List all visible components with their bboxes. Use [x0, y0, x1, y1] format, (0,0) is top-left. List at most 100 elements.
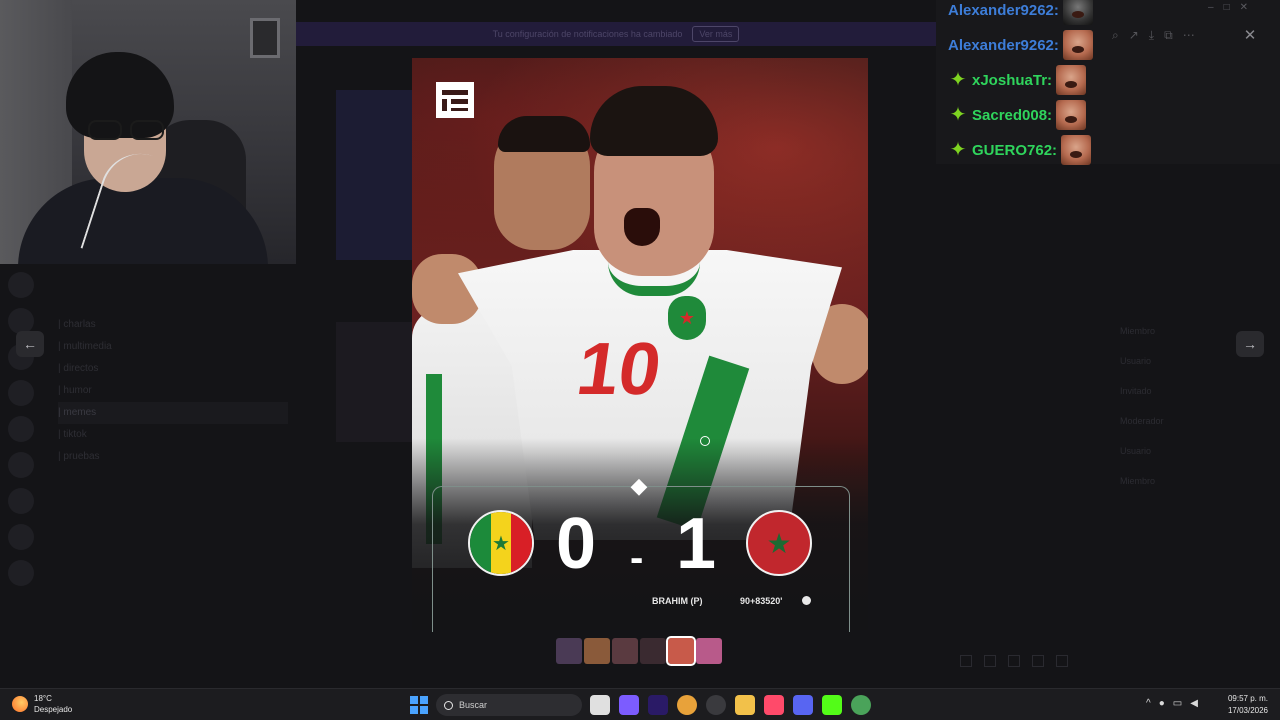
channel-item[interactable]: | memes — [58, 402, 288, 424]
tool-icon[interactable] — [984, 655, 996, 667]
zoom-icon[interactable]: ⌕ — [1112, 28, 1119, 43]
thumbnail[interactable] — [666, 636, 696, 666]
chat-emote-icon — [1062, 0, 1093, 25]
green-sparkle-icon: ✦ — [949, 104, 967, 126]
thumbnail-strip — [556, 636, 722, 666]
thumbnail[interactable] — [696, 638, 722, 664]
search-icon — [444, 700, 453, 710]
discord-icon[interactable] — [793, 695, 813, 715]
arrow-right-icon[interactable]: → — [1236, 331, 1264, 357]
member-item[interactable]: Moderador — [1110, 410, 1280, 432]
more-icon[interactable]: ⋯ — [1183, 28, 1195, 43]
green-sparkle-icon: ✦ — [949, 69, 967, 91]
channel-item[interactable]: | multimedia — [58, 336, 288, 358]
channel-item[interactable]: | tiktok — [58, 424, 288, 446]
chat-username[interactable]: Sacred008: — [972, 107, 1052, 124]
channel-item[interactable]: | charlas — [58, 314, 288, 336]
server-list — [8, 264, 38, 654]
senegal-flag-icon: ★ — [468, 510, 534, 576]
thumbnail[interactable] — [640, 638, 666, 664]
publisher-logo-icon — [436, 82, 474, 118]
chat-message: ✦ GUERO762: — [948, 134, 1092, 166]
webcam-feed — [0, 0, 296, 264]
folder-icon[interactable] — [735, 695, 755, 715]
start-button[interactable] — [410, 696, 428, 714]
chat-username[interactable]: Alexander9262: — [948, 37, 1059, 54]
microphone-icon[interactable]: ● — [1159, 698, 1165, 709]
kick-icon[interactable] — [822, 695, 842, 715]
channel-item[interactable]: | pruebas — [58, 446, 288, 468]
copilot-icon[interactable] — [619, 695, 639, 715]
window-controls: – □ ✕ — [1208, 2, 1248, 13]
arrow-left-icon[interactable]: ← — [16, 331, 44, 357]
goal-minute: 90+83520' — [740, 596, 783, 606]
tool-icon[interactable] — [1056, 655, 1068, 667]
server-icon[interactable] — [8, 524, 34, 550]
chat-username[interactable]: xJoshuaTr: — [972, 72, 1052, 89]
download-icon[interactable]: ⤓ — [1149, 28, 1154, 43]
server-icon[interactable] — [8, 272, 34, 298]
webcam-picture-frame — [250, 18, 280, 58]
away-score: 1 — [676, 504, 717, 584]
file-explorer-icon[interactable] — [590, 695, 610, 715]
channel-list: | charlas | multimedia | directos | humor | … — [58, 274, 288, 468]
member-item[interactable]: Invitado — [1110, 380, 1280, 402]
weather-icon — [12, 696, 28, 712]
premiere-icon[interactable] — [648, 695, 668, 715]
webcam-glasses — [88, 120, 168, 142]
server-icon[interactable] — [8, 560, 34, 586]
chevron-up-icon[interactable]: ^ — [1146, 698, 1151, 709]
tool-icon[interactable] — [1008, 655, 1020, 667]
clock[interactable]: 09:57 p. m. 17/03/2026 — [1222, 693, 1268, 717]
network-icon[interactable]: ▭ — [1173, 698, 1182, 709]
chat-message: Alexander9262: — [948, 0, 1093, 26]
home-score: 0 — [556, 504, 597, 584]
volume-icon[interactable]: ◀ — [1190, 698, 1198, 709]
tool-icon[interactable] — [960, 655, 972, 667]
maximize-icon[interactable]: □ — [1224, 2, 1230, 13]
thumbnail[interactable] — [556, 638, 582, 664]
player-mouth — [624, 208, 660, 246]
music-icon[interactable] — [764, 695, 784, 715]
member-item[interactable]: Miembro — [1110, 470, 1280, 492]
temperature: 18°C — [34, 694, 52, 703]
chat-username[interactable]: GUERO762: — [972, 142, 1057, 159]
share-icon[interactable]: ↗ — [1129, 28, 1139, 43]
notification-banner: Tu configuración de notificaciones ha ca… — [296, 22, 936, 46]
obs-icon[interactable] — [706, 695, 726, 715]
server-icon[interactable] — [8, 488, 34, 514]
channel-item[interactable]: | directos — [58, 358, 288, 380]
football-icon — [802, 596, 811, 605]
thumbnail[interactable] — [612, 638, 638, 664]
morocco-crest-icon: ★ — [668, 296, 706, 340]
weather-widget[interactable]: 18°C Despejado — [12, 693, 72, 715]
chrome-icon[interactable] — [677, 695, 697, 715]
clock-date: 17/03/2026 — [1227, 706, 1268, 715]
chat-emote-icon — [1056, 65, 1087, 95]
zoom-cursor-icon — [700, 436, 710, 446]
member-list: Miembro Usuario Invitado Moderador Usuario Mi… — [1110, 170, 1280, 670]
open-external-icon[interactable]: ⧉ — [1164, 28, 1173, 43]
chrome-alt-icon[interactable] — [851, 695, 871, 715]
close-icon[interactable]: ✕ — [1240, 26, 1260, 46]
thumbnail[interactable] — [584, 638, 610, 664]
window-close-icon[interactable]: ✕ — [1240, 2, 1248, 13]
background-toolbar — [960, 655, 1068, 667]
member-item[interactable]: Usuario — [1110, 440, 1280, 462]
minimize-icon[interactable]: – — [1208, 2, 1214, 13]
background-card — [336, 322, 412, 442]
chat-username[interactable]: Alexander9262: — [948, 2, 1059, 19]
server-icon[interactable] — [8, 452, 34, 478]
banner-text: Tu configuración de notificaciones ha ca… — [492, 29, 683, 39]
background-sidebar: | charlas | multimedia | directos | humor | … — [0, 264, 296, 654]
channel-item[interactable]: | humor — [58, 380, 288, 402]
server-icon[interactable] — [8, 380, 34, 406]
chat-emote-icon — [1062, 30, 1093, 60]
banner-button[interactable]: Ver más — [692, 26, 740, 42]
weather-condition: Despejado — [34, 705, 73, 714]
screen: Tu configuración de notificaciones ha ca… — [0, 0, 1280, 720]
taskbar-search[interactable]: Buscar — [436, 694, 582, 716]
chat-message: ✦ xJoshuaTr: — [948, 64, 1087, 96]
tool-icon[interactable] — [1032, 655, 1044, 667]
server-icon[interactable] — [8, 416, 34, 442]
